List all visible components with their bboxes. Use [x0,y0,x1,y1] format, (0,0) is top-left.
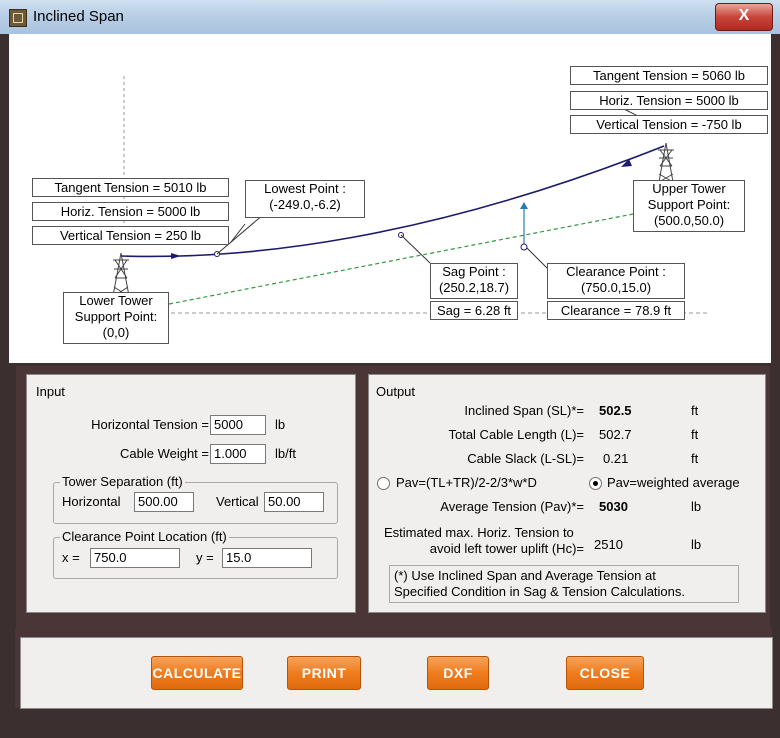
span-diagram: Tangent Tension = 5060 lb Horiz. Tension… [9,34,771,363]
output-title: Output [374,384,418,400]
upper-tower-label: Upper Tower Support Point: (500.0,50.0) [633,180,745,232]
clearance-point-value: (750.0,15.0) [580,280,652,295]
output-note: (*) Use Inclined Span and Average Tensio… [389,565,739,603]
cable-length-value: 502.7 [599,427,632,442]
calculate-button[interactable]: CALCULATE [151,656,243,690]
left-tension-arrow [171,253,181,259]
clearance-location-title: Clearance Point Location (ft) [60,529,229,545]
window-title: Inclined Span [33,8,124,25]
clearance-point-title: Clearance Point : [566,264,666,279]
y-input[interactable] [222,548,312,568]
input-panel: Input Horizontal Tension = lb Cable Weig… [26,374,356,613]
right-horiz-tension: Horiz. Tension = 5000 lb [570,91,768,110]
hc-value: 2510 [594,537,623,552]
pav-weighted-label[interactable]: Pav=weighted average [607,475,740,491]
title-bar: Inclined Span X [0,0,780,34]
tower-horizontal-input[interactable] [134,492,194,512]
pav-weighted-radio[interactable] [589,477,602,490]
right-tangent-tension: Tangent Tension = 5060 lb [570,66,768,85]
dxf-button[interactable]: DXF [427,656,489,690]
tower-vertical-label: Vertical [216,494,259,509]
cable-slack-unit: ft [691,451,699,466]
lowest-point-title: Lowest Point : [264,181,346,196]
cable-slack-label: Cable Slack (L-SL)= [467,451,584,466]
output-note-line1: (*) Use Inclined Span and Average Tensio… [394,568,656,583]
cable-length-label: Total Cable Length (L)= [448,427,584,442]
cable-weight-unit: lb/ft [275,446,296,461]
print-button[interactable]: PRINT [287,656,361,690]
lower-tower-icon [112,252,130,297]
lowest-point-value: (-249.0,-6.2) [269,197,341,212]
buttons-area: CALCULATE PRINT DXF CLOSE [20,637,773,709]
right-vertical-tension: Vertical Tension = -750 lb [570,115,768,134]
close-button[interactable]: CLOSE [566,656,644,690]
upper-tower-line2: Support Point: [647,197,731,212]
window-close-button[interactable]: X [715,3,773,31]
sag-point-title: Sag Point : [442,264,506,279]
x-input[interactable] [90,548,180,568]
cable-weight-input[interactable] [210,444,266,464]
cable-weight-label: Cable Weight = [119,446,209,461]
clearance-point-label: Clearance Point : (750.0,15.0) [547,263,685,299]
clearance-point-marker [520,243,528,251]
pav-formula-radio[interactable] [377,477,390,490]
input-title: Input [34,384,67,400]
horizontal-tension-unit: lb [275,417,286,432]
tower-vertical-input[interactable] [264,492,324,512]
horizontal-tension-label: Horizontal Tension = [91,417,209,432]
avg-tension-value: 5030 [599,499,628,514]
inclined-span-label: Inclined Span (SL)*= [464,403,584,418]
sag-point-value: (250.2,18.7) [438,280,510,295]
lower-tower-line1: Lower Tower [79,293,153,308]
avg-tension-label: Average Tension (Pav)*= [440,499,584,514]
tower-separation-title: Tower Separation (ft) [60,474,185,490]
hc-label-line1: Estimated max. Horiz. Tension to [384,525,574,540]
clearance-value: Clearance = 78.9 ft [547,301,685,320]
clearance-location-group: Clearance Point Location (ft) x = y = [53,529,338,579]
app-icon [9,9,27,27]
left-horiz-tension: Horiz. Tension = 5000 lb [32,202,229,221]
inclined-span-unit: ft [691,403,699,418]
inclined-span-value: 502.5 [599,403,632,418]
lowest-point-label: Lowest Point : (-249.0,-6.2) [245,180,365,218]
upper-tower-icon [658,142,674,183]
hc-label-line2: avoid left tower uplift (Hc)= [429,541,584,556]
y-label: y = [196,550,214,565]
lower-tower-value: (0,0) [102,325,130,340]
x-label: x = [62,550,80,565]
output-panel: Output Inclined Span (SL)*= 502.5 ft Tot… [368,374,766,613]
lower-tower-line2: Support Point: [74,309,158,324]
pav-formula-label[interactable]: Pav=(TL+TR)/2-2/3*w*D [396,475,537,491]
lower-tower-label: Lower Tower Support Point: (0,0) [63,292,169,344]
cable-length-unit: ft [691,427,699,442]
hc-unit: lb [691,537,702,552]
tower-separation-group: Tower Separation (ft) Horizontal Vertica… [53,474,338,524]
upper-tower-value: (500.0,50.0) [653,213,725,228]
horizontal-tension-input[interactable] [210,415,266,435]
avg-tension-unit: lb [691,499,702,514]
inclined-span-window: Inclined Span X Tangent Tension = 5060 l… [0,0,780,738]
cable-slack-value: 0.21 [603,451,629,466]
sag-value: Sag = 6.28 ft [430,301,518,320]
left-tangent-tension: Tangent Tension = 5010 lb [32,178,229,197]
upper-tower-line1: Upper Tower [652,181,726,196]
output-note-line2: Specified Condition in Sag & Tension Cal… [394,584,685,599]
tower-horizontal-label: Horizontal [62,494,121,509]
left-vertical-tension: Vertical Tension = 250 lb [32,226,229,245]
sag-point-label: Sag Point : (250.2,18.7) [430,263,518,299]
